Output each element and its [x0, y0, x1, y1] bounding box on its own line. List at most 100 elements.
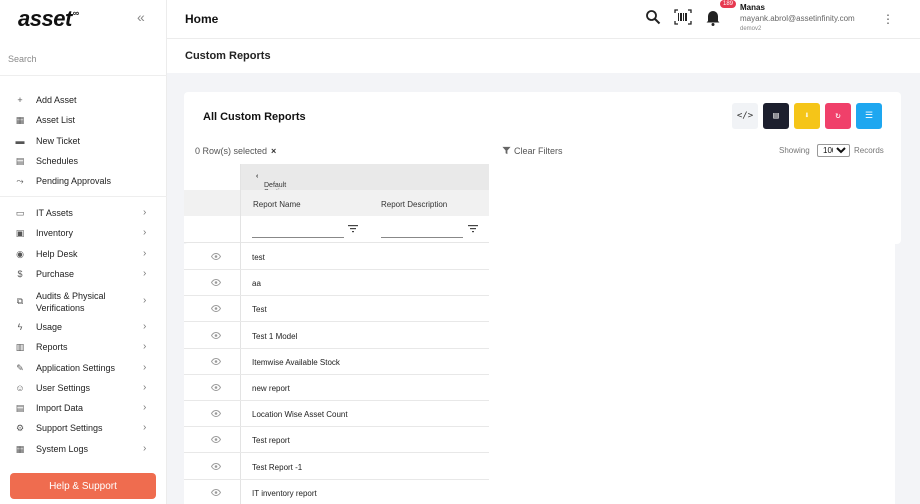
logs-icon: ▦ — [15, 444, 25, 454]
report-description-filter-input[interactable] — [381, 224, 463, 238]
sidebar-search-input[interactable] — [8, 54, 158, 64]
column-header-report-description[interactable]: Report Description — [381, 200, 447, 209]
sidebar-item-label: Pending Approvals — [36, 176, 112, 186]
table-row[interactable]: Location Wise Asset Count — [184, 401, 489, 428]
table-row[interactable]: IT inventory report — [184, 480, 489, 504]
table-row[interactable]: Test — [184, 296, 489, 323]
bolt-icon: ϟ — [17, 322, 23, 332]
sidebar-item-purchase[interactable]: $ Purchase › — [0, 266, 167, 282]
eye-icon[interactable] — [210, 278, 222, 288]
eye-icon[interactable] — [210, 304, 222, 314]
eye-icon[interactable] — [210, 462, 222, 472]
table-row[interactable]: Test Report -1 — [184, 454, 489, 480]
section-header[interactable]: Default Section ‹ — [240, 164, 489, 196]
reports-icon: ▥ — [15, 342, 25, 352]
document-button[interactable]: ▤ — [763, 103, 789, 129]
table-row[interactable]: aa — [184, 270, 489, 297]
dollar-icon: $ — [17, 269, 23, 279]
document-icon: ▤ — [773, 111, 779, 121]
chevron-right-icon: › — [143, 422, 147, 433]
refresh-button[interactable]: ↻ — [825, 103, 851, 129]
chevron-right-icon: › — [143, 268, 147, 279]
table-row[interactable]: test — [184, 244, 489, 270]
sidebar-item-reports[interactable]: ▥ Reports › — [0, 339, 167, 355]
calendar-icon: ▤ — [15, 156, 25, 166]
sidebar-item-help-desk[interactable]: ◉ Help Desk › — [0, 246, 167, 262]
report-name-cell: Test — [252, 305, 267, 315]
clear-selection-icon[interactable]: × — [271, 146, 276, 156]
sidebar-item-label: IT Assets — [36, 208, 73, 218]
divider — [0, 75, 167, 76]
audit-icon: ⧉ — [16, 296, 24, 306]
import-icon: ▤ — [15, 403, 25, 413]
filter-lines-icon[interactable] — [348, 224, 358, 237]
table-row[interactable]: Test report — [184, 427, 489, 454]
report-name-filter-input[interactable] — [252, 224, 344, 238]
table-row[interactable]: new report — [184, 375, 489, 401]
chevron-right-icon: › — [143, 295, 147, 306]
code-button[interactable]: </> — [732, 103, 758, 129]
table-row[interactable]: Itemwise Available Stock — [184, 349, 489, 375]
header-title: Home — [185, 12, 219, 26]
sidebar-item-import-data[interactable]: ▤ Import Data › — [0, 400, 167, 416]
table-corner — [184, 164, 240, 190]
barcode-scan-icon[interactable] — [674, 9, 692, 29]
sidebar-item-asset-list[interactable]: ▦ Asset List — [0, 112, 167, 128]
sidebar-item-new-ticket[interactable]: ▬ New Ticket — [0, 133, 167, 149]
divider — [0, 196, 167, 197]
sidebar-item-inventory[interactable]: ▣ Inventory › — [0, 225, 167, 241]
columns-button[interactable]: ☰ — [856, 103, 882, 129]
sidebar-item-usage[interactable]: ϟ Usage › — [0, 319, 167, 335]
sidebar-item-label: Add Asset — [36, 95, 77, 105]
eye-icon[interactable] — [210, 435, 222, 445]
eye-icon[interactable] — [210, 383, 222, 393]
sidebar-item-schedules[interactable]: ▤ Schedules — [0, 153, 167, 169]
chevron-left-icon[interactable]: ‹ — [256, 173, 258, 180]
chevron-right-icon: › — [143, 443, 147, 454]
download-button[interactable]: ⬇ — [794, 103, 820, 129]
search-icon[interactable] — [645, 9, 661, 29]
sidebar-item-support-settings[interactable]: ⚙ Support Settings › — [0, 420, 167, 436]
sidebar-item-pending-approvals[interactable]: ⤳ Pending Approvals — [0, 173, 167, 189]
report-name-cell: aa — [252, 279, 261, 289]
refresh-icon: ↻ — [835, 111, 841, 121]
sidebar-item-add-asset[interactable]: + Add Asset — [0, 92, 167, 108]
sidebar-item-user-settings[interactable]: ☺ User Settings › — [0, 380, 167, 396]
filter-lines-icon[interactable] — [468, 224, 478, 237]
chevron-right-icon: › — [143, 382, 147, 393]
report-name-cell: Itemwise Available Stock — [252, 357, 340, 367]
card-title: All Custom Reports — [203, 111, 306, 123]
eye-icon[interactable] — [210, 488, 222, 498]
notification-count-badge: 189 — [720, 0, 737, 8]
report-name-cell: Test 1 Model — [252, 331, 298, 341]
bell-icon[interactable] — [705, 9, 721, 30]
column-header-report-name[interactable]: Report Name — [253, 200, 301, 209]
eye-icon[interactable] — [210, 252, 222, 262]
chevron-right-icon: › — [143, 341, 147, 352]
eye-icon[interactable] — [210, 409, 222, 419]
eye-icon[interactable] — [210, 331, 222, 341]
sidebar-item-label: Schedules — [36, 156, 79, 166]
sidebar-item-label: Asset List — [36, 115, 76, 125]
clear-filters-button[interactable]: Clear Filters — [502, 146, 563, 156]
help-support-button[interactable]: Help & Support — [10, 473, 156, 499]
sidebar: asset∞ « + Add Asset ▦ Asset List ▬ New Ticke… — [0, 0, 167, 504]
records-per-page-select[interactable]: 100 — [817, 144, 850, 157]
page-header: Custom Reports — [167, 39, 920, 73]
collapse-sidebar-icon[interactable]: « — [137, 9, 145, 25]
eye-icon[interactable] — [210, 357, 222, 367]
chevron-right-icon: › — [143, 362, 147, 373]
sidebar-item-audits-physical[interactable]: ⧉ Audits & Physical Verifications › — [0, 291, 167, 313]
app-logo[interactable]: asset∞ — [18, 6, 79, 32]
rows-selected: 0 Row(s) selected × — [195, 146, 277, 156]
sidebar-item-system-logs[interactable]: ▦ System Logs › — [0, 441, 167, 457]
filter-icon — [502, 146, 511, 155]
chevron-right-icon: › — [143, 207, 147, 218]
sidebar-item-it-assets[interactable]: ▭ IT Assets › — [0, 205, 167, 221]
table-row[interactable]: Test 1 Model — [184, 323, 489, 349]
laptop-icon: ▭ — [15, 208, 25, 218]
more-options-icon[interactable]: ⋮ — [882, 12, 894, 26]
sidebar-item-application-settings[interactable]: ✎ Application Settings › — [0, 360, 167, 376]
chevron-right-icon: › — [143, 402, 147, 413]
sidebar-item-label: Purchase — [36, 269, 75, 279]
